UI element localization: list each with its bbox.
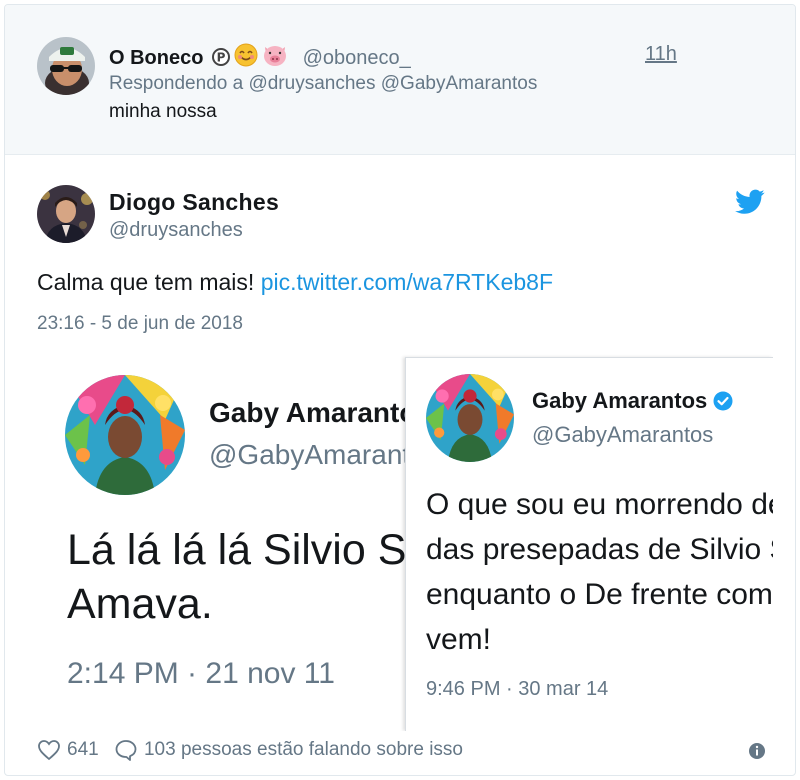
tweet-text: Calma que tem mais! pic.twitter.com/wa7R… xyxy=(37,269,553,296)
replying-to-line: Respondendo a @druysanches @GabyAmaranto… xyxy=(109,73,537,95)
tweet-media-image[interactable]: Gaby Amarantos @GabyAmarantos Lá lá lá l… xyxy=(33,353,773,731)
media-screenshot-right: Gaby Amarantos @GabyAmarantos O que sou … xyxy=(405,357,773,731)
conversation-action[interactable]: 103 pessoas estão falando sobre isso xyxy=(114,739,463,761)
replying-prefix: Respondendo a xyxy=(109,73,244,94)
left-tweet-date: 2:14 PM · 21 nov 11 xyxy=(67,657,335,690)
pig-face-icon xyxy=(261,43,289,73)
svg-text:P: P xyxy=(217,51,226,65)
left-author-name: Gaby Amarantos xyxy=(209,397,413,428)
like-count: 641 xyxy=(67,739,99,760)
pinterest-icon: P xyxy=(211,47,231,73)
twitter-bird-icon[interactable] xyxy=(735,189,765,215)
media-screenshot-left: Gaby Amarantos @GabyAmarantos Lá lá lá l… xyxy=(33,353,413,731)
right-author-handle: @GabyAmarantos xyxy=(532,422,714,447)
right-tweet-date: 9:46 PM · 30 mar 14 xyxy=(426,678,609,700)
conversation-count: 103 pessoas estão falando sobre isso xyxy=(143,739,463,760)
reply-tweet[interactable]: O Boneco P @oboneco_ 11h Respondendo a @… xyxy=(5,5,795,155)
reply-author-handle[interactable]: @oboneco_ xyxy=(303,47,411,69)
replying-to-link[interactable]: @druysanches xyxy=(248,73,375,94)
right-tweet-text: O que sou eu morrendo de rir das presepa… xyxy=(426,488,773,656)
left-author-handle: @GabyAmarantos xyxy=(209,439,413,470)
reply-time[interactable]: 11h xyxy=(645,43,677,66)
gaby-avatar-right xyxy=(426,374,514,462)
tweet-media-link[interactable]: pic.twitter.com/wa7RTKeb8F xyxy=(261,269,553,295)
embedded-tweet-card: O Boneco P @oboneco_ 11h Respondendo a @… xyxy=(4,4,796,776)
replying-to-link[interactable]: @GabyAmarantos xyxy=(381,73,538,94)
left-tweet-text: Lá lá lá lá Silvio Santos Amava. xyxy=(67,526,413,628)
like-action[interactable]: 641 xyxy=(37,739,99,761)
comment-icon xyxy=(115,740,137,761)
tweet-timestamp[interactable]: 23:16 - 5 de jun de 2018 xyxy=(37,313,243,335)
tweet-author-handle[interactable]: @druysanches xyxy=(109,219,243,242)
right-author-name: Gaby Amarantos xyxy=(532,388,733,414)
gaby-avatar-left xyxy=(65,375,185,495)
tweet-footer: 641 103 pessoas estão falando sobre isso xyxy=(37,739,473,765)
reply-author-name[interactable]: O Boneco xyxy=(109,47,203,69)
right-author-name-text: Gaby Amarantos xyxy=(532,388,708,413)
smiling-face-icon xyxy=(233,43,259,73)
tweet-text-body: Calma que tem mais! xyxy=(37,269,255,295)
tweet-author-name[interactable]: Diogo Sanches xyxy=(109,189,279,216)
diogo-avatar[interactable] xyxy=(37,185,95,243)
heart-icon xyxy=(38,740,60,761)
oboneco-avatar[interactable] xyxy=(37,37,95,95)
reply-text: minha nossa xyxy=(109,101,217,122)
verified-badge-icon xyxy=(713,391,733,411)
reply-header: O Boneco P @oboneco_ 11h xyxy=(109,43,677,73)
info-icon[interactable] xyxy=(747,741,767,761)
